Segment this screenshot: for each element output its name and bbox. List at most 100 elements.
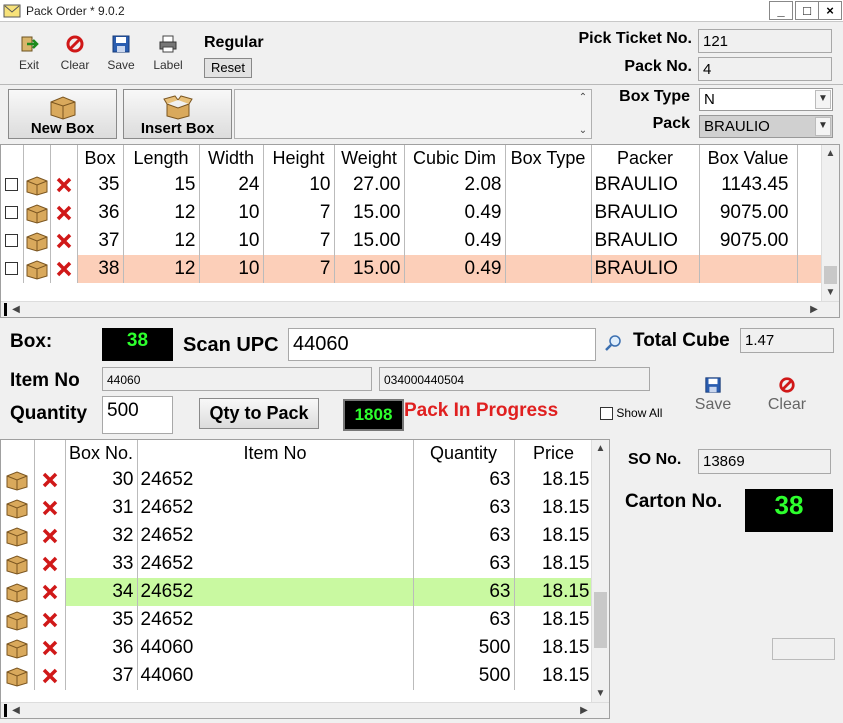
scroll-down-icon[interactable]: ▼ — [592, 688, 609, 699]
delete-icon[interactable] — [40, 582, 60, 602]
col-item-no[interactable]: Item No — [137, 440, 414, 466]
item-row[interactable]: 37 44060 500 18.15 — [1, 662, 594, 690]
delete-icon[interactable] — [54, 259, 74, 279]
cell-height: 7 — [263, 227, 335, 255]
items-vertical-scrollbar[interactable]: ▲ ▼ — [591, 440, 609, 702]
col-quantity[interactable]: Quantity — [413, 440, 515, 466]
boxes-horizontal-scrollbar[interactable]: ◀ ▶ — [1, 301, 839, 317]
box-icon[interactable] — [5, 609, 29, 631]
save-button[interactable]: Save — [98, 34, 144, 78]
pick-ticket-field[interactable]: 121 — [698, 29, 832, 53]
box-row[interactable]: 38 12 10 7 15.00 0.49 BRAULIO — [1, 255, 824, 283]
delete-icon[interactable] — [40, 666, 60, 686]
new-box-button[interactable]: New Box — [8, 89, 117, 139]
scroll-left-icon[interactable]: ◀ — [11, 304, 21, 315]
close-button[interactable]: × — [818, 1, 842, 20]
box-icon[interactable] — [5, 497, 29, 519]
maximize-button[interactable]: □ — [795, 1, 819, 20]
scroll-right-icon[interactable]: ▶ — [809, 304, 819, 315]
scroll-right-icon[interactable]: ▶ — [579, 705, 589, 716]
cell-packer: BRAULIO — [591, 255, 700, 283]
scroll-left-icon[interactable]: ◀ — [11, 705, 21, 716]
notes-scroll-up-icon[interactable]: ⌃ — [577, 92, 589, 103]
box-type-select[interactable]: N ▼ — [699, 88, 833, 111]
col-box-type[interactable]: Box Type — [505, 145, 592, 171]
delete-icon[interactable] — [54, 203, 74, 223]
item-row[interactable]: 34 24652 63 18.15 — [1, 578, 594, 606]
minimize-button[interactable]: _ — [769, 1, 793, 20]
blank-button[interactable] — [772, 638, 835, 660]
box-icon[interactable] — [5, 581, 29, 603]
scroll-thumb[interactable] — [594, 592, 607, 648]
delete-icon[interactable] — [40, 554, 60, 574]
notes-scroll-down-icon[interactable]: ⌄ — [577, 125, 589, 136]
scroll-thumb[interactable] — [824, 266, 837, 284]
col-packer[interactable]: Packer — [591, 145, 700, 171]
box-icon[interactable] — [25, 174, 49, 196]
scroll-down-icon[interactable]: ▼ — [822, 287, 839, 298]
scan-save-button[interactable]: Save — [689, 376, 737, 414]
row-checkbox[interactable] — [5, 262, 19, 276]
row-checkbox[interactable] — [5, 206, 19, 220]
col-box-no[interactable]: Box No. — [65, 440, 138, 466]
checkbox-icon[interactable] — [600, 407, 613, 421]
scan-clear-button[interactable]: Clear — [762, 376, 812, 414]
col-box[interactable]: Box — [77, 145, 124, 171]
item-row[interactable]: 33 24652 63 18.15 — [1, 550, 594, 578]
notes-textarea[interactable]: ⌃ ⌄ — [234, 89, 592, 139]
delete-icon[interactable] — [40, 498, 60, 518]
col-length[interactable]: Length — [123, 145, 200, 171]
pack-select[interactable]: BRAULIO ▼ — [699, 115, 833, 138]
box-row[interactable]: 37 12 10 7 15.00 0.49 BRAULIO 9075.00 — [1, 227, 824, 255]
item-row[interactable]: 32 24652 63 18.15 — [1, 522, 594, 550]
box-icon[interactable] — [5, 637, 29, 659]
col-price[interactable]: Price — [514, 440, 594, 466]
pack-no-field[interactable]: 4 — [698, 57, 832, 81]
scroll-thumb[interactable] — [4, 303, 7, 316]
scroll-up-icon[interactable]: ▲ — [592, 443, 609, 454]
search-icon[interactable] — [604, 334, 622, 352]
delete-icon[interactable] — [54, 175, 74, 195]
col-width[interactable]: Width — [199, 145, 264, 171]
clear-button[interactable]: Clear — [52, 34, 98, 78]
box-icon[interactable] — [5, 553, 29, 575]
delete-icon[interactable] — [40, 470, 60, 490]
show-all-checkbox[interactable]: Show All — [600, 406, 662, 421]
delete-icon[interactable] — [40, 610, 60, 630]
box-icon[interactable] — [5, 525, 29, 547]
boxes-vertical-scrollbar[interactable]: ▲ ▼ — [821, 145, 839, 301]
col-box-value[interactable]: Box Value — [699, 145, 798, 171]
chevron-down-icon[interactable]: ▼ — [815, 90, 831, 109]
cell-weight: 15.00 — [334, 227, 405, 255]
col-height[interactable]: Height — [263, 145, 335, 171]
qty-to-pack-button[interactable]: Qty to Pack — [199, 398, 319, 429]
insert-box-button[interactable]: Insert Box — [123, 89, 232, 139]
exit-button[interactable]: Exit — [6, 34, 52, 78]
items-horizontal-scrollbar[interactable]: ◀ ▶ — [1, 702, 609, 718]
box-row[interactable]: 35 15 24 10 27.00 2.08 BRAULIO 1143.45 — [1, 171, 824, 199]
box-row[interactable]: 36 12 10 7 15.00 0.49 BRAULIO 9075.00 — [1, 199, 824, 227]
item-row[interactable]: 31 24652 63 18.15 — [1, 494, 594, 522]
scroll-up-icon[interactable]: ▲ — [822, 148, 839, 159]
item-row[interactable]: 30 24652 63 18.15 — [1, 466, 594, 494]
scan-upc-input[interactable]: 44060 — [288, 328, 596, 361]
box-icon[interactable] — [25, 230, 49, 252]
delete-icon[interactable] — [54, 231, 74, 251]
box-icon[interactable] — [25, 258, 49, 280]
row-checkbox[interactable] — [5, 178, 19, 192]
label-button[interactable]: Label — [145, 34, 191, 78]
scroll-thumb[interactable] — [4, 704, 7, 717]
box-icon[interactable] — [5, 665, 29, 687]
col-cubic-dim[interactable]: Cubic Dim — [404, 145, 506, 171]
delete-icon[interactable] — [40, 526, 60, 546]
reset-button[interactable]: Reset — [204, 58, 252, 78]
box-icon[interactable] — [25, 202, 49, 224]
quantity-input[interactable]: 500 — [102, 396, 173, 434]
chevron-down-icon[interactable]: ▼ — [815, 117, 831, 136]
row-checkbox[interactable] — [5, 234, 19, 248]
box-icon[interactable] — [5, 469, 29, 491]
item-row[interactable]: 35 24652 63 18.15 — [1, 606, 594, 634]
delete-icon[interactable] — [40, 638, 60, 658]
col-weight[interactable]: Weight — [334, 145, 405, 171]
item-row[interactable]: 36 44060 500 18.15 — [1, 634, 594, 662]
